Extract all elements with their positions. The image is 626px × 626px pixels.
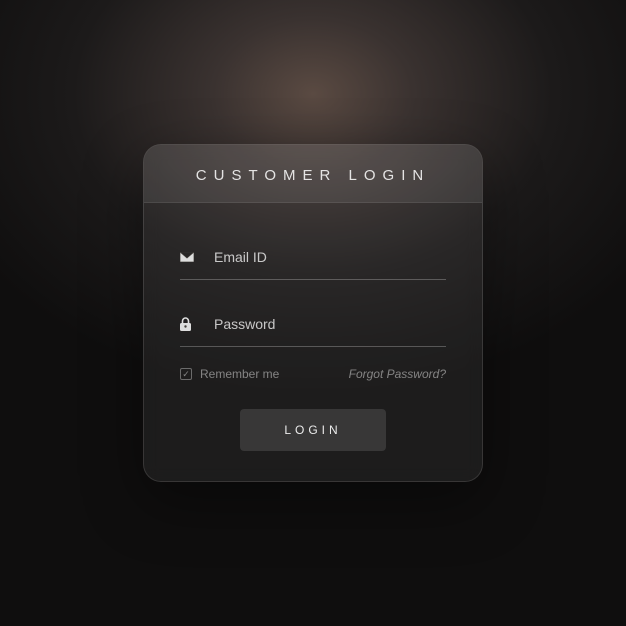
password-row — [180, 306, 446, 347]
remember-checkbox[interactable]: ✓ — [180, 368, 192, 380]
remember-me[interactable]: ✓ Remember me — [180, 367, 279, 381]
mail-icon — [180, 252, 204, 262]
login-button[interactable]: LOGIN — [240, 409, 385, 451]
card-header: CUSTOMER LOGIN — [144, 145, 482, 203]
card-body: ✓ Remember me Forgot Password? LOGIN — [144, 203, 482, 481]
login-card: CUSTOMER LOGIN ✓ Reme — [143, 144, 483, 482]
remember-label: Remember me — [200, 367, 279, 381]
forgot-password-link[interactable]: Forgot Password? — [349, 367, 446, 381]
options-row: ✓ Remember me Forgot Password? — [180, 367, 446, 381]
lock-icon — [180, 317, 204, 331]
email-field[interactable] — [204, 249, 446, 265]
password-field[interactable] — [204, 316, 446, 332]
card-title: CUSTOMER LOGIN — [144, 167, 482, 184]
email-row — [180, 239, 446, 280]
